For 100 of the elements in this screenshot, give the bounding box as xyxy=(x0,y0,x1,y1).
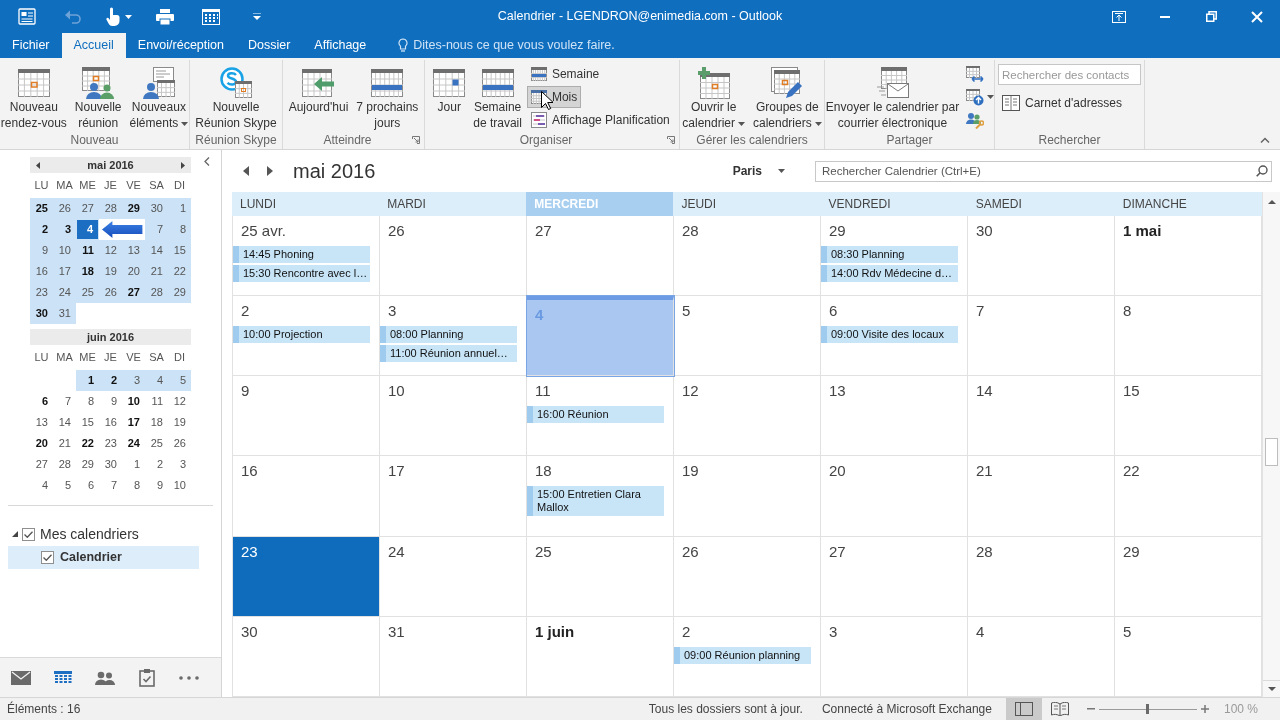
mini-calendar-day[interactable]: 3 xyxy=(122,370,145,391)
day-cell[interactable]: 29 xyxy=(1115,536,1262,617)
day-cell[interactable]: 3 08:00 Planning 11:00 Réunion annuel… xyxy=(380,296,527,377)
zoom-in-button[interactable] xyxy=(1199,704,1210,714)
ribbon-tab[interactable]: Affichage xyxy=(302,33,379,58)
day-cell[interactable]: 5 xyxy=(674,296,821,377)
calendar-event[interactable]: 15:00 Entretien Clara Mallox xyxy=(527,486,664,517)
day-cell[interactable]: 22 xyxy=(1115,456,1262,537)
ribbon-button[interactable]: Nouvelle réunion xyxy=(71,60,125,131)
dialog-launcher-button[interactable] xyxy=(410,135,422,145)
mini-calendar-day[interactable]: 4 xyxy=(145,370,168,391)
mini-calendar-day[interactable]: 19 xyxy=(99,261,122,282)
day-cell[interactable]: 1 mai xyxy=(1115,216,1262,297)
mini-calendar-day[interactable]: 22 xyxy=(168,261,191,282)
ribbon-button[interactable]: Jour xyxy=(430,60,469,131)
day-cell[interactable]: 26 xyxy=(674,536,821,617)
calendar-event[interactable]: 15:30 Rencontre avec l… xyxy=(233,265,370,282)
day-cell[interactable]: 28 xyxy=(674,216,821,297)
day-cell[interactable]: 31 xyxy=(380,616,527,697)
mini-calendar-day[interactable]: 4 xyxy=(76,219,99,240)
zoom-slider[interactable] xyxy=(1098,704,1197,714)
mini-calendar-day[interactable]: 26 xyxy=(53,198,76,219)
collapse-pane-button[interactable] xyxy=(202,155,212,167)
tell-me-field[interactable]: Dites-nous ce que vous voulez faire. xyxy=(413,36,654,55)
day-cell[interactable]: 7 xyxy=(968,296,1115,377)
ribbon-button[interactable]: Nouveau rendez-vous xyxy=(0,60,70,131)
mini-calendar-day[interactable]: 11 xyxy=(76,240,99,261)
calendar-event[interactable]: 16:00 Réunion xyxy=(527,406,664,424)
view-button[interactable] xyxy=(1005,698,1042,720)
calendar-event[interactable]: 09:00 Visite des locaux xyxy=(821,326,958,344)
ribbon-tab[interactable]: Fichier xyxy=(0,33,62,58)
day-cell[interactable]: 13 xyxy=(821,376,968,457)
day-cell[interactable]: 2 09:00 Réunion planning xyxy=(674,616,821,697)
day-cell[interactable]: 12 xyxy=(674,376,821,457)
collapse-ribbon-button[interactable] xyxy=(1259,135,1271,145)
day-cell[interactable]: 30 xyxy=(233,616,380,697)
day-cell[interactable]: 20 xyxy=(821,456,968,537)
mini-calendar-day[interactable]: 23 xyxy=(30,282,53,303)
calendar-event[interactable]: 09:00 Réunion planning xyxy=(674,646,811,664)
ribbon-button[interactable]: Carnet d'adresses xyxy=(998,92,1126,114)
mini-calendar-day[interactable]: 8 xyxy=(168,219,191,240)
mini-calendar-day[interactable]: 25 xyxy=(76,282,99,303)
folder-group-item[interactable]: Mes calendriers xyxy=(0,522,221,546)
ribbon-tab[interactable]: Envoi/réception xyxy=(125,33,236,58)
day-cell[interactable]: 17 xyxy=(380,456,527,537)
ribbon-icon-button[interactable] xyxy=(964,86,997,108)
ribbon-button[interactable]: Semaine de travail xyxy=(470,60,525,131)
ribbon-button[interactable]: Nouveaux éléments xyxy=(126,60,192,131)
day-cell[interactable]: 14 xyxy=(968,376,1115,457)
mini-calendar-day[interactable]: 20 xyxy=(122,261,145,282)
day-cell[interactable]: 1 juin xyxy=(527,616,674,697)
ribbon-tab[interactable]: Dossier xyxy=(236,33,303,58)
day-cell[interactable]: 21 xyxy=(968,456,1115,537)
contacts-search-field[interactable]: Rechercher des contacts xyxy=(998,64,1141,85)
ribbon-button[interactable]: Nouvelle Réunion Skype xyxy=(192,60,280,131)
mini-calendar-day[interactable]: 28 xyxy=(145,282,168,303)
day-cell[interactable]: 27 xyxy=(527,216,674,297)
mini-calendar-day[interactable]: 16 xyxy=(30,261,53,282)
day-cell[interactable]: 6 09:00 Visite des locaux xyxy=(821,296,968,377)
mini-calendar-day[interactable]: 1 xyxy=(168,198,191,219)
calendar-event[interactable]: 11:00 Réunion annuel… xyxy=(380,345,517,363)
day-cell[interactable]: 28 xyxy=(968,536,1115,617)
day-cell[interactable]: 24 xyxy=(380,536,527,617)
ribbon-tab[interactable]: Accueil xyxy=(61,33,126,58)
mini-calendar-day[interactable]: 28 xyxy=(99,198,122,219)
mini-calendar-day[interactable]: 2 xyxy=(99,370,122,391)
mini-calendar-day[interactable]: 1 xyxy=(76,370,99,391)
time-zone-dropdown[interactable]: Paris xyxy=(732,162,785,180)
day-cell[interactable]: 23 xyxy=(233,536,380,617)
day-cell[interactable]: 26 xyxy=(380,216,527,297)
day-cell[interactable]: 2 10:00 Projection xyxy=(233,296,380,377)
ribbon-button[interactable]: 7 prochains jours xyxy=(353,60,422,131)
mini-calendar-day[interactable]: 27 xyxy=(122,282,145,303)
mini-calendar-day[interactable]: 3 xyxy=(53,219,76,240)
mini-calendar-day[interactable]: 5 xyxy=(168,370,191,391)
mini-calendar-day[interactable]: 29 xyxy=(122,198,145,219)
zoom-thumb[interactable] xyxy=(1146,704,1150,714)
day-cell[interactable]: 16 xyxy=(233,456,380,537)
day-cell[interactable]: 15 xyxy=(1115,376,1262,457)
mini-calendar-day[interactable]: 2 xyxy=(30,219,53,240)
mini-calendar-day[interactable]: 17 xyxy=(53,261,76,282)
mini-calendar-day[interactable]: 31 xyxy=(53,303,76,324)
mini-calendar-day[interactable]: 30 xyxy=(145,198,168,219)
calendar-event[interactable]: 14:45 Phoning xyxy=(233,246,370,263)
ribbon-button[interactable]: Ouvrir le calendrier xyxy=(679,60,748,131)
mini-calendar-day[interactable]: 15 xyxy=(168,240,191,261)
day-cell[interactable]: 10 xyxy=(380,376,527,457)
checkbox[interactable] xyxy=(41,551,54,564)
day-cell[interactable]: 9 xyxy=(233,376,380,457)
mini-calendar-day[interactable]: 10 xyxy=(53,240,76,261)
calendar-list-item[interactable]: Calendrier xyxy=(8,546,199,569)
day-cell[interactable]: 4 xyxy=(968,616,1115,697)
mini-calendar-day[interactable]: 25 xyxy=(30,198,53,219)
ribbon-button[interactable]: Groupes de calendriers xyxy=(750,60,825,131)
mini-calendar-day[interactable]: 30 xyxy=(30,303,53,324)
day-cell[interactable]: 25 avr. 14:45 Phoning 15:30 Rencontre avec l… xyxy=(233,216,380,297)
mini-calendar-day[interactable]: 9 xyxy=(30,240,53,261)
ribbon-button[interactable]: Semaine xyxy=(526,63,604,85)
mini-calendar-day[interactable]: 13 xyxy=(122,240,145,261)
mini-calendar-day[interactable]: 26 xyxy=(99,282,122,303)
